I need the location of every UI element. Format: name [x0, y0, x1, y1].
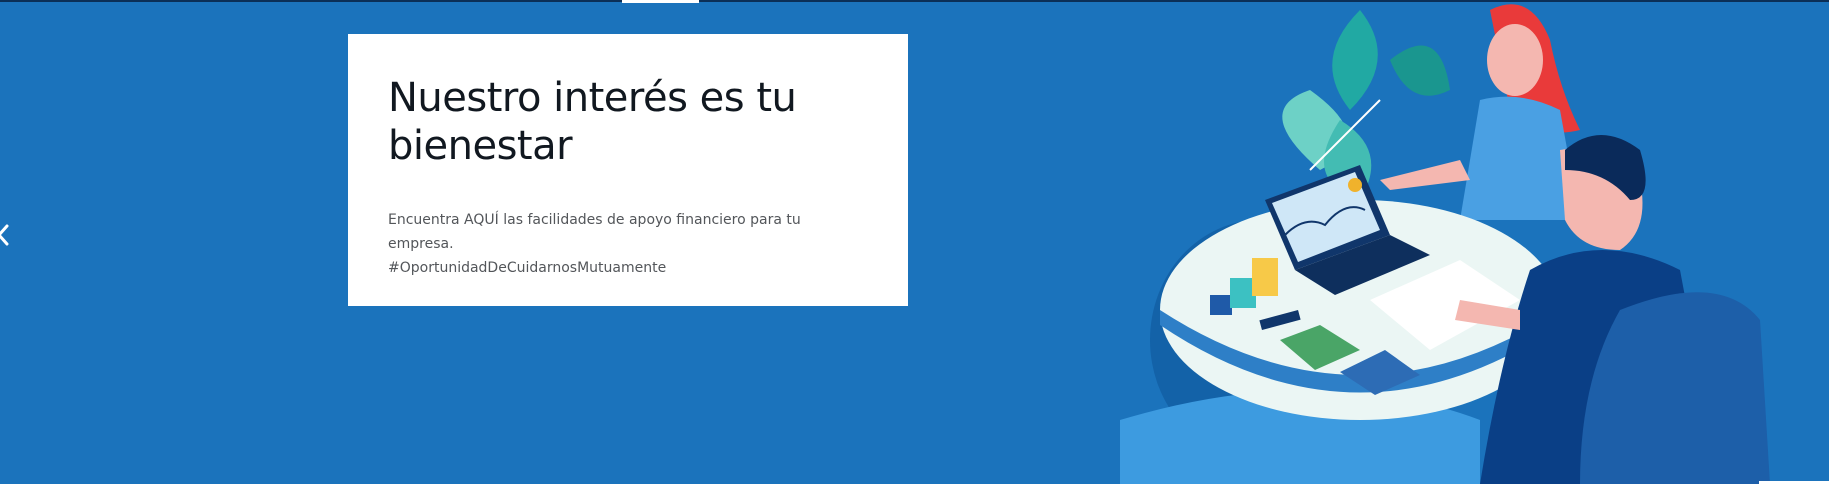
- carousel-prev-button[interactable]: [0, 220, 12, 250]
- hero-hashtag: #OportunidadDeCuidarnosMutuamente: [388, 260, 667, 276]
- hero-description-line1: Encuentra AQUÍ las facilidades de apoyo …: [388, 212, 801, 252]
- hero-title: Nuestro interés es tu bienestar: [388, 75, 797, 169]
- hero-description: Encuentra AQUÍ las facilidades de apoyo …: [388, 208, 868, 280]
- business-meeting-illustration: [1120, 4, 1770, 484]
- hero-banner: Nuestro interés es tu bienestar Encuentr…: [0, 0, 1829, 484]
- hero-card[interactable]: Nuestro interés es tu bienestar Encuentr…: [348, 34, 908, 306]
- chevron-left-icon: [0, 224, 9, 246]
- active-slide-indicator[interactable]: [622, 0, 699, 3]
